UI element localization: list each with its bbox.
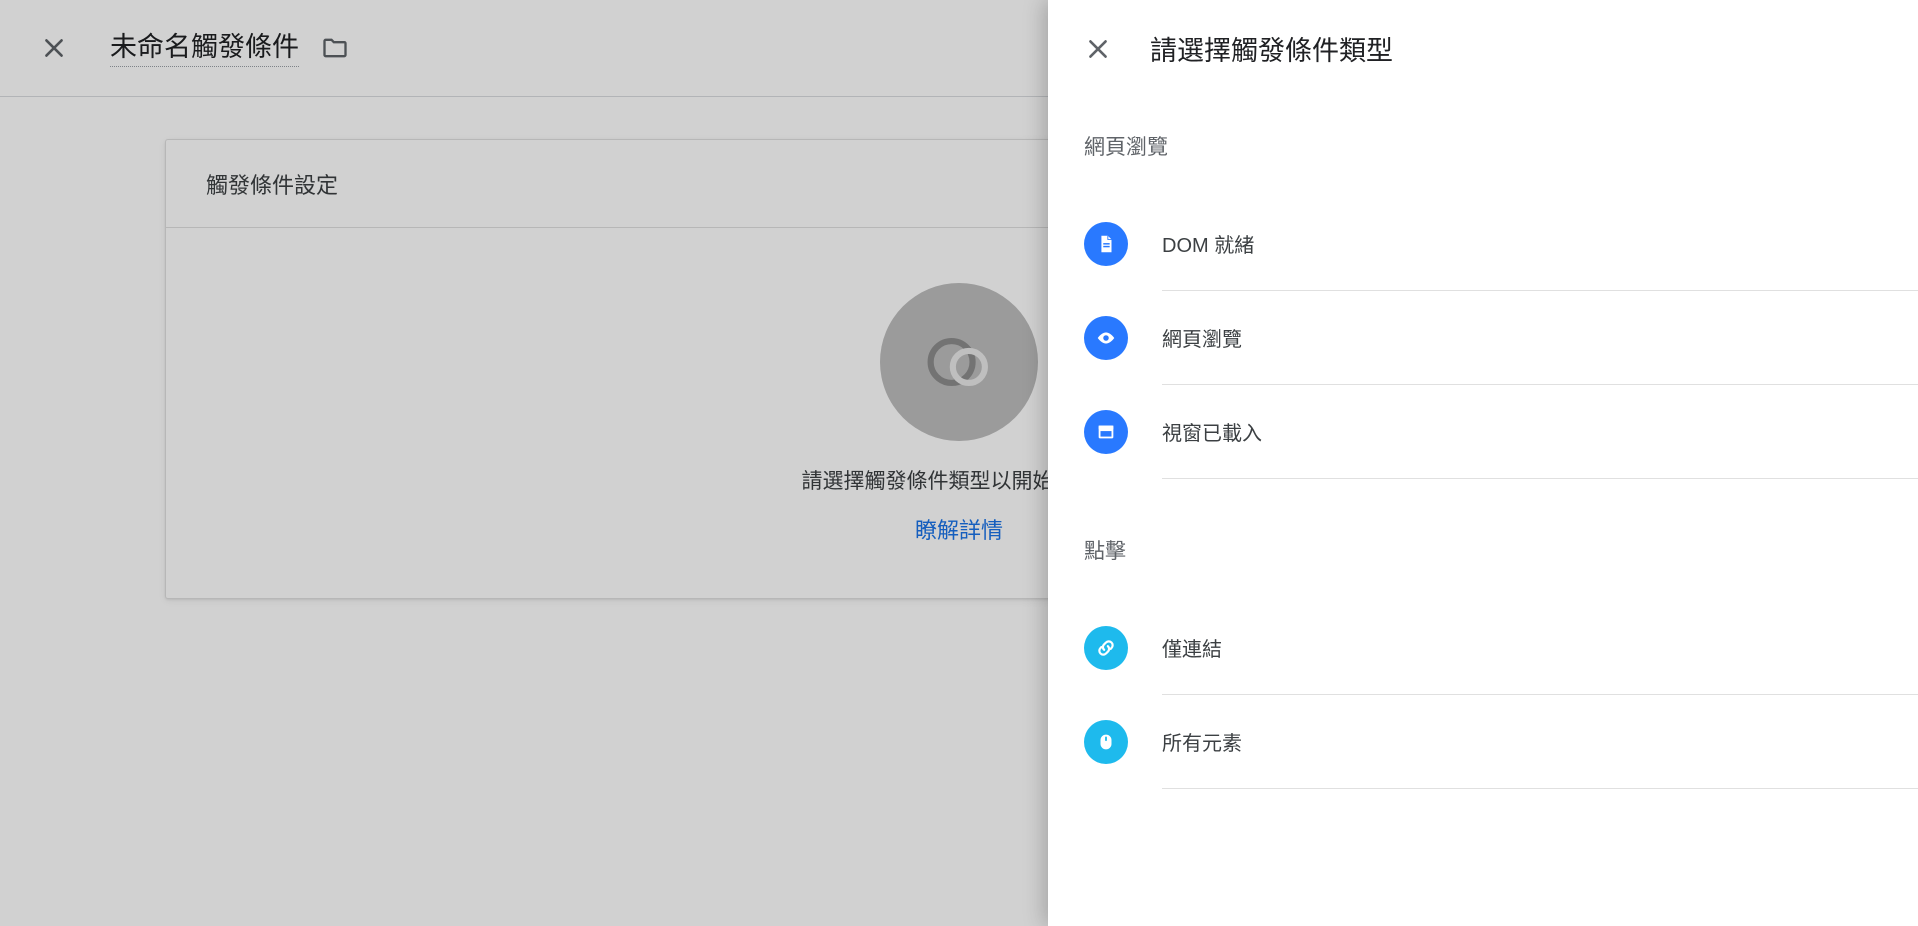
trigger-type-panel: 請選擇觸發條件類型 網頁瀏覽 DOM 就緒 網頁瀏覽 視窗已載入 點擊 xyxy=(1048,0,1918,926)
eye-icon xyxy=(1084,316,1128,360)
type-option-pageview[interactable]: 網頁瀏覽 xyxy=(1084,291,1918,385)
document-icon xyxy=(1084,222,1128,266)
link-icon xyxy=(1084,626,1128,670)
type-option-dom-ready[interactable]: DOM 就緒 xyxy=(1084,197,1918,291)
type-option-label: 網頁瀏覽 xyxy=(1162,323,1242,352)
type-option-label: 視窗已載入 xyxy=(1162,417,1262,446)
mouse-icon xyxy=(1084,720,1128,764)
type-option-label: 所有元素 xyxy=(1162,727,1242,756)
group-label-pageview: 網頁瀏覽 xyxy=(1084,131,1918,161)
panel-header: 請選擇觸發條件類型 xyxy=(1048,0,1918,97)
type-option-all-elements[interactable]: 所有元素 xyxy=(1084,695,1918,789)
type-option-label: DOM 就緒 xyxy=(1162,229,1254,258)
close-panel-button[interactable] xyxy=(1074,25,1122,73)
panel-body: 網頁瀏覽 DOM 就緒 網頁瀏覽 視窗已載入 點擊 僅連結 xyxy=(1048,97,1918,926)
group-label-click: 點擊 xyxy=(1084,535,1918,565)
panel-title: 請選擇觸發條件類型 xyxy=(1150,29,1393,68)
type-option-window-loaded[interactable]: 視窗已載入 xyxy=(1084,385,1918,479)
close-icon xyxy=(1085,36,1111,62)
window-icon xyxy=(1084,410,1128,454)
type-option-label: 僅連結 xyxy=(1162,633,1222,662)
type-option-links-only[interactable]: 僅連結 xyxy=(1084,601,1918,695)
